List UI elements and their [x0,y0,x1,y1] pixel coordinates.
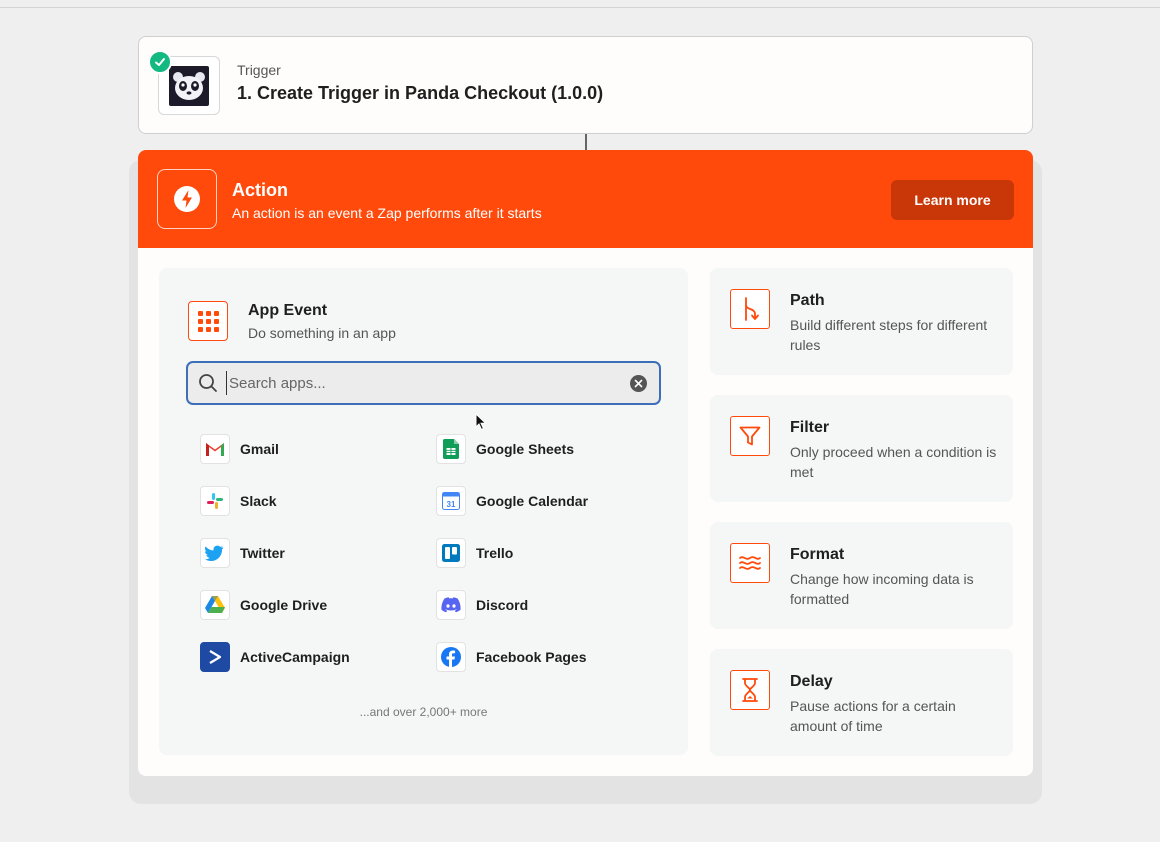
format-tool-card[interactable]: Format Change how incoming data is forma… [710,522,1013,629]
learn-more-button[interactable]: Learn more [891,180,1014,220]
facebook-icon [436,642,466,672]
slack-icon [200,486,230,516]
app-option-slack[interactable]: Slack [200,485,277,517]
format-title: Format [790,546,845,563]
more-apps-text: ...and over 2,000+ more [359,705,488,719]
app-option-trello[interactable]: Trello [436,537,513,569]
filter-description: Only proceed when a condition is met [790,444,997,480]
delay-title: Delay [790,673,833,690]
google-sheets-icon [436,434,466,464]
lightning-icon [174,186,200,212]
app-name: Gmail [240,441,279,457]
app-name: Slack [240,493,277,509]
trigger-title: 1. Create Trigger in Panda Checkout (1.0… [237,83,604,103]
google-calendar-icon: 31 [436,486,466,516]
app-option-google-sheets[interactable]: Google Sheets [436,433,574,465]
hourglass-icon [730,670,770,710]
format-description: Change how incoming data is formatted [790,571,974,607]
app-event-title: App Event [248,302,328,319]
action-title: Action [232,180,288,200]
delay-description: Pause actions for a certain amount of ti… [790,698,956,734]
panda-logo-icon [169,65,209,106]
app-name: Google Calendar [476,493,589,509]
step-connector [585,134,587,151]
app-name: Twitter [240,545,285,561]
search-apps-box[interactable] [186,361,661,405]
top-divider [0,7,1160,8]
app-name: Google Sheets [476,441,575,457]
search-icon [199,374,217,392]
clear-search-icon[interactable] [630,375,647,392]
filter-icon [730,416,770,456]
filter-tool-card[interactable]: Filter Only proceed when a condition is … [710,395,1013,502]
app-option-twitter[interactable]: Twitter [200,537,285,569]
app-name: Discord [476,597,529,613]
app-option-google-calendar[interactable]: 31 Google Calendar [436,485,588,517]
google-drive-icon [200,590,230,620]
app-option-facebook-pages[interactable]: Facebook Pages [436,641,587,673]
app-event-subtitle: Do something in an app [248,325,396,341]
twitter-icon [200,538,230,568]
app-name: ActiveCampaign [240,649,350,665]
action-icon-box [157,169,217,229]
filter-title: Filter [790,419,830,436]
path-description: Build different steps for different rule… [790,317,988,353]
path-title: Path [790,292,825,309]
app-option-google-drive[interactable]: Google Drive [200,589,327,621]
action-subtitle: An action is an event a Zap performs aft… [232,205,542,221]
trigger-kicker: Trigger [237,62,281,78]
mouse-cursor-icon [475,413,487,431]
app-option-activecampaign[interactable]: ActiveCampaign [200,641,350,673]
gmail-icon [200,434,230,464]
discord-icon [436,590,466,620]
activecampaign-icon [200,642,230,672]
format-icon [730,543,770,583]
app-option-gmail[interactable]: Gmail [200,433,279,465]
path-icon [730,289,770,329]
trigger-step-card[interactable]: Trigger 1. Create Trigger in Panda Check… [138,36,1033,134]
app-event-card: App Event Do something in an app Search … [159,268,688,755]
grid-icon [188,301,228,341]
svg-text:31: 31 [447,500,456,509]
app-name: Facebook Pages [476,649,587,665]
check-icon [148,50,172,74]
app-name: Google Drive [240,597,328,613]
action-header: Action An action is an event a Zap perfo… [138,150,1033,248]
action-step-panel: Action An action is an event a Zap perfo… [138,150,1033,776]
app-option-discord[interactable]: Discord [436,589,528,621]
path-tool-card[interactable]: Path Build different steps for different… [710,268,1013,375]
trello-icon [436,538,466,568]
delay-tool-card[interactable]: Delay Pause actions for a certain amount… [710,649,1013,756]
app-name: Trello [476,545,514,561]
search-apps-input[interactable] [226,371,616,395]
